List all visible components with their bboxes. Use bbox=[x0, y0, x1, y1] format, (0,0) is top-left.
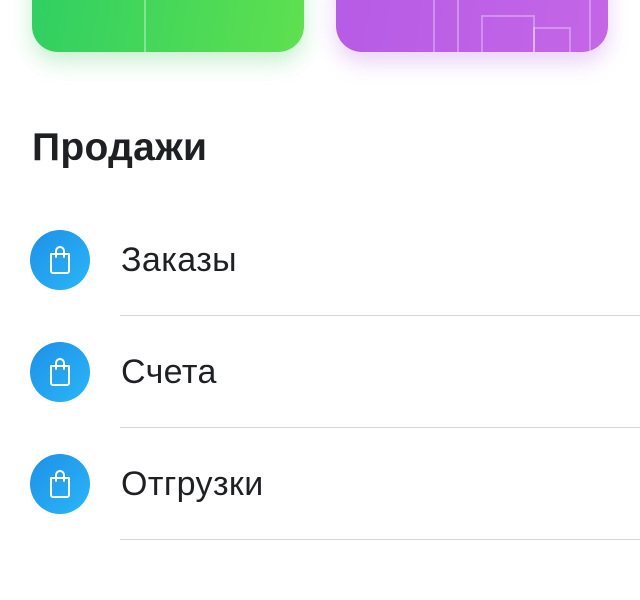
list-item-label: Заказы bbox=[121, 241, 238, 279]
shopping-bag-icon bbox=[30, 454, 90, 514]
green-tile-card[interactable] bbox=[32, 0, 304, 52]
section-title: Продажи bbox=[32, 126, 208, 169]
list-item-shipments[interactable]: Отгрузки bbox=[0, 428, 640, 540]
purple-tile-pattern bbox=[433, 0, 591, 52]
list-item-invoices[interactable]: Счета bbox=[0, 316, 640, 428]
green-tile-pattern bbox=[144, 0, 146, 52]
list-item-label: Отгрузки bbox=[121, 465, 264, 503]
shopping-bag-icon bbox=[30, 230, 90, 290]
sales-list: Заказы Счета Отгрузки bbox=[0, 204, 640, 540]
divider bbox=[120, 539, 640, 540]
shopping-bag-icon bbox=[30, 342, 90, 402]
list-item-label: Счета bbox=[121, 353, 217, 391]
purple-tile-card[interactable] bbox=[336, 0, 608, 52]
page: Продажи Заказы Счета Отгрузки bbox=[0, 0, 640, 600]
list-item-orders[interactable]: Заказы bbox=[0, 204, 640, 316]
